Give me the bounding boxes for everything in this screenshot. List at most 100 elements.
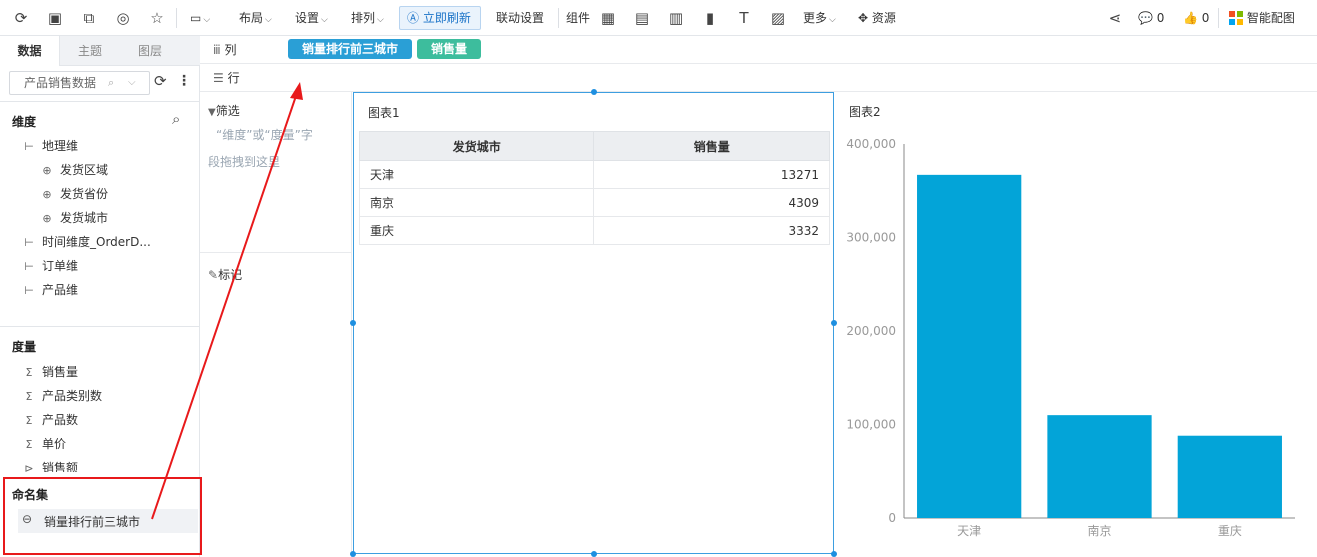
crosstab-icon[interactable]: ▦ — [598, 8, 618, 28]
hierarchy-icon: ⊢ — [24, 284, 34, 297]
toolbar: ⟳ ▣ ⧉ ◎ ☆ ▭ ⌵ 布局 ⌵ 设置 ⌵ 排列 ⌵ Ⓐ 立即刷新 联动设置 组件 … — [0, 0, 1317, 36]
measure-label: 单价 — [42, 437, 67, 451]
resize-handle[interactable] — [350, 320, 356, 326]
bar[interactable] — [1177, 435, 1282, 518]
smart-chart-button[interactable]: 智能配图 — [1229, 9, 1295, 27]
tab-layers[interactable]: 图层 — [120, 36, 180, 66]
bar[interactable] — [1047, 415, 1152, 518]
table-row[interactable]: 天津 13271 — [358, 160, 830, 189]
table-row[interactable]: 南京 4309 — [358, 188, 830, 217]
pill-named-set[interactable]: 销量排行前三城市 — [288, 39, 412, 59]
dimension-label: 地理维 — [42, 139, 79, 153]
arrange-dropdown[interactable]: 排列 ⌵ — [351, 9, 384, 27]
dimension-item[interactable]: ⊕ 发货区域 — [40, 160, 108, 180]
annotation-box — [3, 477, 202, 555]
star-icon[interactable]: ☆ — [147, 8, 167, 28]
device-dropdown[interactable]: ▭ ⌵ — [190, 9, 210, 27]
settings-dropdown[interactable]: 设置 ⌵ — [295, 9, 328, 27]
measure-item[interactable]: Σ 销售量 — [22, 362, 79, 382]
table-chart[interactable]: 图表1 发货城市 销售量 天津 13271 南京 4309 重庆 3332 — [353, 92, 834, 554]
resize-handle[interactable] — [350, 551, 356, 557]
share-icon[interactable]: ⋖ — [1105, 8, 1125, 28]
chevron-down-icon: ⌵ — [321, 15, 328, 25]
dimension-label: 发货城市 — [60, 211, 109, 225]
cell-value: 4309 — [593, 188, 830, 217]
cell-city: 重庆 — [358, 216, 595, 245]
dimension-item[interactable]: ⊢ 订单维 — [22, 256, 78, 276]
monitor-icon: ▭ — [190, 11, 202, 25]
bar-chart[interactable]: 图表2 0 100,000 200,000 300,000 400,000 天津 南京 重庆 — [840, 92, 1317, 557]
table-row[interactable]: 重庆 3332 — [358, 216, 830, 245]
rows-shelf[interactable]: ☰ 行 — [200, 64, 1317, 92]
bar[interactable] — [917, 174, 1022, 518]
comment-icon: 💬 — [1138, 11, 1153, 25]
more-vertical-icon[interactable]: ⋮ — [177, 73, 191, 89]
components-label: 组件 — [566, 11, 591, 25]
text-icon[interactable]: T — [734, 8, 754, 28]
measure-label: 产品类别数 — [42, 389, 103, 403]
resize-handle[interactable] — [591, 551, 597, 557]
sync-icon[interactable]: ⟳ — [154, 72, 167, 90]
chart1-title: 图表1 — [368, 106, 400, 120]
resize-handle[interactable] — [831, 551, 837, 557]
dimension-item[interactable]: ⊕ 发货城市 — [40, 208, 108, 228]
col-header-city[interactable]: 发货城市 — [358, 131, 595, 161]
preview-icon[interactable]: ◎ — [113, 8, 133, 28]
more-dropdown[interactable]: 更多 ⌵ — [803, 9, 836, 27]
measure-item[interactable]: ⊳ 销售额 — [22, 458, 78, 472]
cell-city: 天津 — [358, 160, 595, 189]
more-label: 更多 — [803, 11, 828, 25]
dataset-select[interactable]: 产品销售数据 ⌕ ⌵ — [9, 71, 150, 95]
chevron-down-icon: ⌵ — [829, 15, 836, 25]
dataset-label: 产品销售数据 — [24, 76, 97, 90]
resources-button[interactable]: ✥ 资源 — [858, 9, 896, 27]
like-button[interactable]: 👍 0 — [1183, 9, 1209, 27]
dimension-label: 产品维 — [42, 283, 79, 297]
dimension-item[interactable]: ⊢ 产品维 — [22, 280, 78, 300]
dimension-item[interactable]: ⊕ 发货省份 — [40, 184, 108, 204]
filter-hint-1: “维度”或“度量”字 — [216, 128, 313, 142]
sigma-icon: Σ — [25, 414, 33, 427]
refresh-now-label: 立即刷新 — [422, 11, 471, 25]
layout-dropdown[interactable]: 布局 ⌵ — [239, 9, 272, 27]
hierarchy-icon: ⊢ — [24, 260, 34, 273]
measure-label: 产品数 — [42, 413, 79, 427]
puzzle-icon: ✥ — [858, 11, 869, 25]
refresh-now-button[interactable]: Ⓐ 立即刷新 — [399, 6, 481, 30]
tab-data[interactable]: 数据 — [0, 36, 60, 66]
col-header-sales[interactable]: 销售量 — [593, 131, 830, 161]
columns-icon: ⅲ — [213, 43, 221, 57]
auto-refresh-icon: Ⓐ — [407, 11, 420, 25]
tab-theme[interactable]: 主题 — [60, 36, 120, 66]
refresh-icon[interactable]: ⟳ — [11, 8, 31, 28]
y-tick-label: 400,000 — [846, 137, 896, 151]
measure-item[interactable]: Σ 产品类别数 — [22, 386, 103, 406]
sigma-icon: Σ — [25, 438, 33, 451]
bar-chart-icon[interactable]: ▮ — [700, 8, 720, 28]
dimension-item[interactable]: ⊢ 时间维度_OrderD... — [22, 232, 151, 252]
columns-shelf[interactable]: ⅲ 列 销量排行前三城市 销售量 — [200, 36, 1317, 64]
chevron-down-icon: ⌵ — [377, 15, 384, 25]
columns-label: ⅲ 列 — [213, 43, 237, 57]
measure-item[interactable]: Σ 单价 — [22, 434, 67, 454]
globe-icon: ⊕ — [42, 164, 52, 177]
x-tick-label: 天津 — [957, 524, 981, 538]
comments-button[interactable]: 💬 0 — [1138, 9, 1164, 27]
dimension-item[interactable]: ⊢ 地理维 — [22, 136, 78, 156]
save-as-icon[interactable]: ⧉ — [79, 8, 99, 28]
linkage-settings-button[interactable]: 联动设置 — [496, 9, 544, 27]
measure-item[interactable]: Σ 产品数 — [22, 410, 79, 430]
chevron-down-icon: ⌵ — [265, 15, 272, 25]
grid-table-icon[interactable]: ▥ — [666, 8, 686, 28]
cell-value: 13271 — [593, 160, 830, 189]
resize-handle[interactable] — [591, 89, 597, 95]
resize-handle[interactable] — [831, 320, 837, 326]
pill-sales-volume[interactable]: 销售量 — [417, 39, 481, 59]
x-tick-label: 南京 — [1087, 523, 1111, 538]
table-icon[interactable]: ▤ — [632, 8, 652, 28]
search-icon[interactable]: ⌕ — [172, 110, 180, 128]
y-tick-label: 0 — [888, 511, 896, 525]
save-icon[interactable]: ▣ — [45, 8, 65, 28]
search-icon: ⌕ — [108, 76, 115, 89]
image-icon[interactable]: ▨ — [768, 8, 788, 28]
